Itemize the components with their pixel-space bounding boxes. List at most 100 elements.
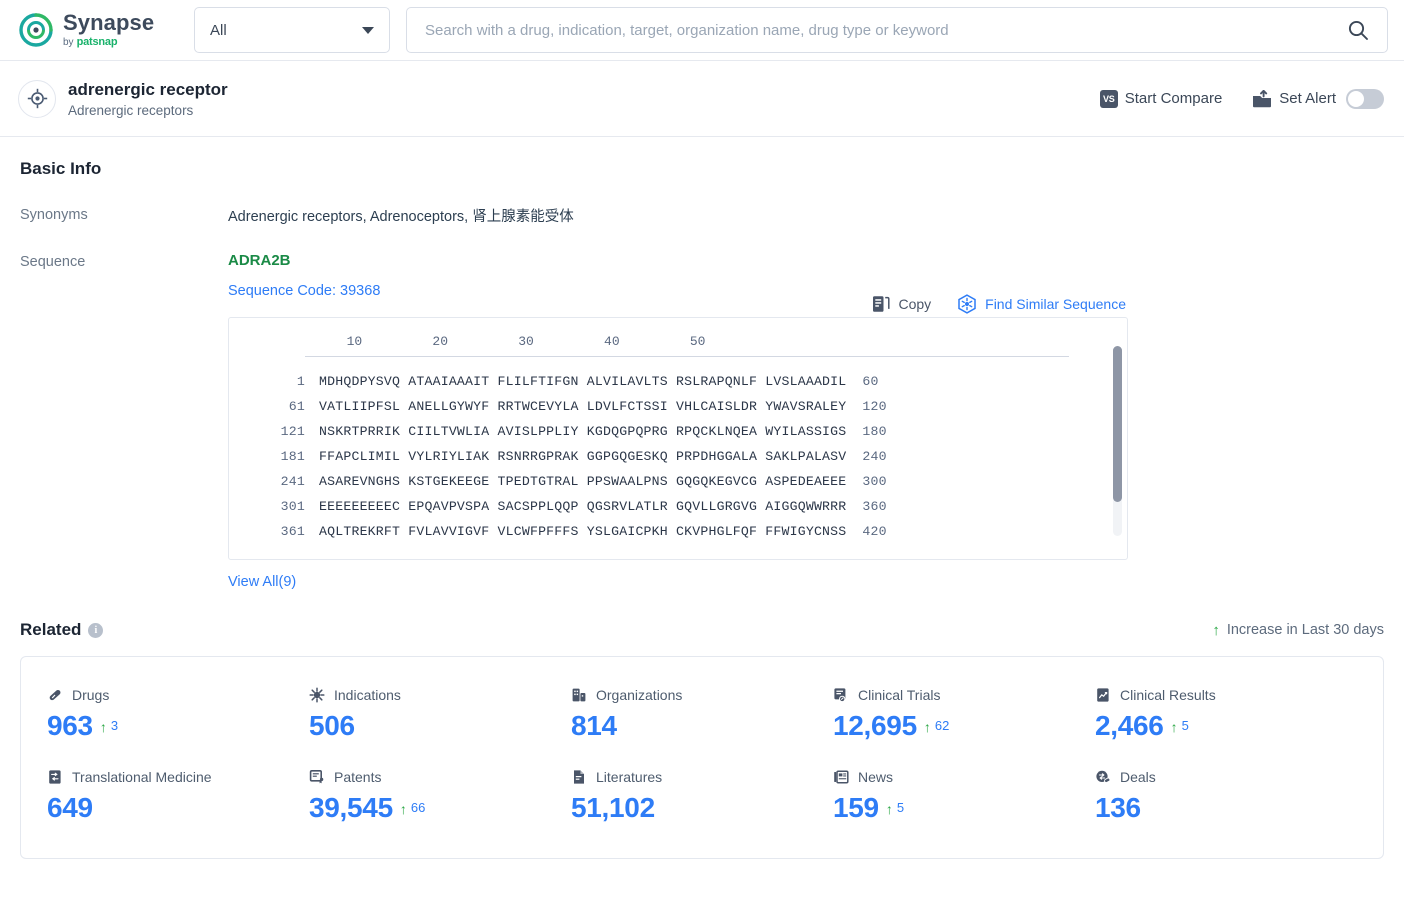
related-header: Related i ↑ Increase in Last 30 days	[20, 620, 1384, 640]
sequence-end-index: 420	[862, 524, 887, 539]
sequence-start-index: 121	[280, 424, 305, 439]
stat-number[interactable]: 39,545	[309, 792, 393, 824]
copy-label: Copy	[898, 296, 932, 312]
stat-number[interactable]: 649	[47, 792, 93, 824]
sequence-residues: ASAREVNGHS KSTGEKEEGE TPEDTGTRAL PPSWAAL…	[319, 474, 847, 489]
stat-value-row: 2,466 ↑ 5	[1095, 710, 1357, 742]
sequence-line: 121 NSKRTPRRIK CIILTVWLIA AVISLPPLIY KGDQ…	[253, 419, 1103, 444]
synonyms-label: Synonyms	[20, 207, 88, 223]
sequence-viewer[interactable]: 10 20 30 40 50 1 MDHQDPYSVQ ATAAIAAAIT FL…	[228, 317, 1128, 560]
sequence-line: 301 EEEEEEEEEC EPQAVPVSPA SACSPPLQQP QGSR…	[253, 494, 1103, 519]
clinical-result-icon	[1095, 687, 1111, 703]
sequence-residues: EEEEEEEEEC EPQAVPVSPA SACSPPLQQP QGSRVLA…	[319, 499, 847, 514]
start-compare-button[interactable]: VS Start Compare	[1099, 89, 1222, 108]
top-search-bar: Synapse by patsnap All	[0, 0, 1404, 61]
stat-number[interactable]: 51,102	[571, 792, 655, 824]
stat-value-row: 51,102	[571, 792, 833, 824]
stat-label: Organizations	[571, 687, 833, 703]
stat-label: Indications	[309, 687, 571, 703]
sequence-residues: MDHQDPYSVQ ATAAIAAAIT FLILFTIFGN ALVILAV…	[319, 374, 847, 389]
entity-subtitle: Adrenergic receptors	[68, 102, 194, 118]
brand-logo[interactable]: Synapse by patsnap	[18, 12, 194, 48]
search-icon	[1347, 19, 1369, 41]
related-stat-drugs[interactable]: Drugs 963 ↑ 3	[47, 687, 309, 742]
related-stat-literatures[interactable]: Literatures 51,102	[571, 769, 833, 824]
related-stat-clinical-results[interactable]: Clinical Results 2,466 ↑ 5	[1095, 687, 1357, 742]
related-stat-clinical-trials[interactable]: Clinical Trials 12,695 ↑ 62	[833, 687, 1095, 742]
stat-delta: ↑ 5	[1170, 718, 1189, 738]
search-box[interactable]	[406, 7, 1388, 53]
stat-delta-number: 66	[410, 799, 426, 815]
sequence-code-link[interactable]: Sequence Code: 39368	[228, 283, 1384, 299]
search-scope-select[interactable]: All	[194, 7, 390, 53]
related-stat-deals[interactable]: Deals 136	[1095, 769, 1357, 824]
set-alert-toggle[interactable]	[1346, 88, 1384, 109]
related-stat-patents[interactable]: Patents 39,545 ↑ 66	[309, 769, 571, 824]
sequence-residues: NSKRTPRRIK CIILTVWLIA AVISLPPLIY KGDQGPQ…	[319, 424, 847, 439]
up-arrow-icon: ↑	[923, 719, 931, 735]
stat-label-text: Deals	[1120, 769, 1156, 785]
sequence-start-index: 181	[280, 449, 305, 464]
up-arrow-icon: ↑	[99, 719, 107, 735]
up-arrow-icon: ↑	[1212, 621, 1220, 639]
stat-label: Deals	[1095, 769, 1357, 785]
stat-label-text: Indications	[334, 687, 401, 703]
view-all-sequences-link[interactable]: View All(9)	[228, 574, 296, 590]
stat-number[interactable]: 12,695	[833, 710, 917, 742]
stat-number[interactable]: 814	[571, 710, 617, 742]
stat-delta-number: 3	[110, 717, 119, 733]
stat-number[interactable]: 2,466	[1095, 710, 1164, 742]
related-stat-indications[interactable]: Indications 506	[309, 687, 571, 742]
copy-button[interactable]: Copy	[872, 295, 931, 313]
sequence-block: ADRA2B Sequence Code: 39368 Copy Find Si…	[228, 252, 1384, 590]
stat-label-text: Drugs	[72, 687, 110, 703]
basic-info-heading: Basic Info	[20, 159, 102, 178]
sequence-scrollbar-thumb[interactable]	[1113, 346, 1122, 502]
sequence-line: 61 VATLIIPFSL ANELLGYWYF RRTWCEVYLA LDVLF…	[253, 394, 1103, 419]
sequence-end-index: 360	[862, 499, 887, 514]
stat-number[interactable]: 506	[309, 710, 355, 742]
set-alert-control[interactable]: Set Alert	[1252, 88, 1384, 109]
up-arrow-icon: ↑	[885, 801, 893, 817]
stat-label: Translational Medicine	[47, 769, 309, 785]
sequence-tools: Copy Find Similar Sequence	[872, 294, 1126, 314]
stat-value-row: 136	[1095, 792, 1357, 824]
stat-number[interactable]: 963	[47, 710, 93, 742]
sequence-end-index: 240	[862, 449, 887, 464]
find-similar-sequence-button[interactable]: Find Similar Sequence	[957, 294, 1126, 314]
stat-value-row: 159 ↑ 5	[833, 792, 1095, 824]
sequence-ruler: 10 20 30 40 50	[253, 334, 706, 349]
stat-number[interactable]: 136	[1095, 792, 1141, 824]
stat-number[interactable]: 159	[833, 792, 879, 824]
info-icon[interactable]: i	[88, 622, 104, 638]
related-stat-news[interactable]: News 159 ↑ 5	[833, 769, 1095, 824]
stat-label: Drugs	[47, 687, 309, 703]
stat-delta: ↑ 66	[400, 800, 425, 820]
stat-label-text: Organizations	[596, 687, 683, 703]
sequence-residues: VATLIIPFSL ANELLGYWYF RRTWCEVYLA LDVLFCT…	[319, 399, 847, 414]
up-arrow-icon: ↑	[1170, 719, 1178, 735]
main-content: Basic Info Synonyms Adrenergic receptors…	[0, 137, 1404, 859]
brand-by: by	[63, 36, 74, 48]
sequence-ruler-line	[305, 356, 1069, 357]
related-stats-card: Drugs 963 ↑ 3 Indications 506 Organizations 814…	[20, 656, 1384, 859]
search-scope-value: All	[210, 21, 227, 39]
sequence-line: 241 ASAREVNGHS KSTGEKEEGE TPEDTGTRAL PPSW…	[253, 469, 1103, 494]
stat-delta-number: 5	[896, 799, 905, 815]
search-input[interactable]	[423, 20, 1343, 40]
stat-delta-number: 5	[1181, 717, 1189, 733]
sequence-start-index: 241	[280, 474, 305, 489]
stat-value-row: 506	[309, 710, 571, 742]
stat-label-text: News	[858, 769, 894, 785]
search-button[interactable]	[1343, 19, 1373, 41]
sequence-start-index: 61	[288, 399, 305, 414]
related-stat-translational-medicine[interactable]: Translational Medicine 649	[47, 769, 309, 824]
related-stat-organizations[interactable]: Organizations 814	[571, 687, 833, 742]
chevron-down-icon	[362, 26, 374, 34]
stat-label: Literatures	[571, 769, 833, 785]
literature-icon	[571, 769, 587, 785]
target-icon	[18, 79, 56, 118]
clinical-trial-icon	[833, 687, 849, 703]
stat-value-row: 649	[47, 792, 309, 824]
stat-label: News	[833, 769, 1095, 785]
